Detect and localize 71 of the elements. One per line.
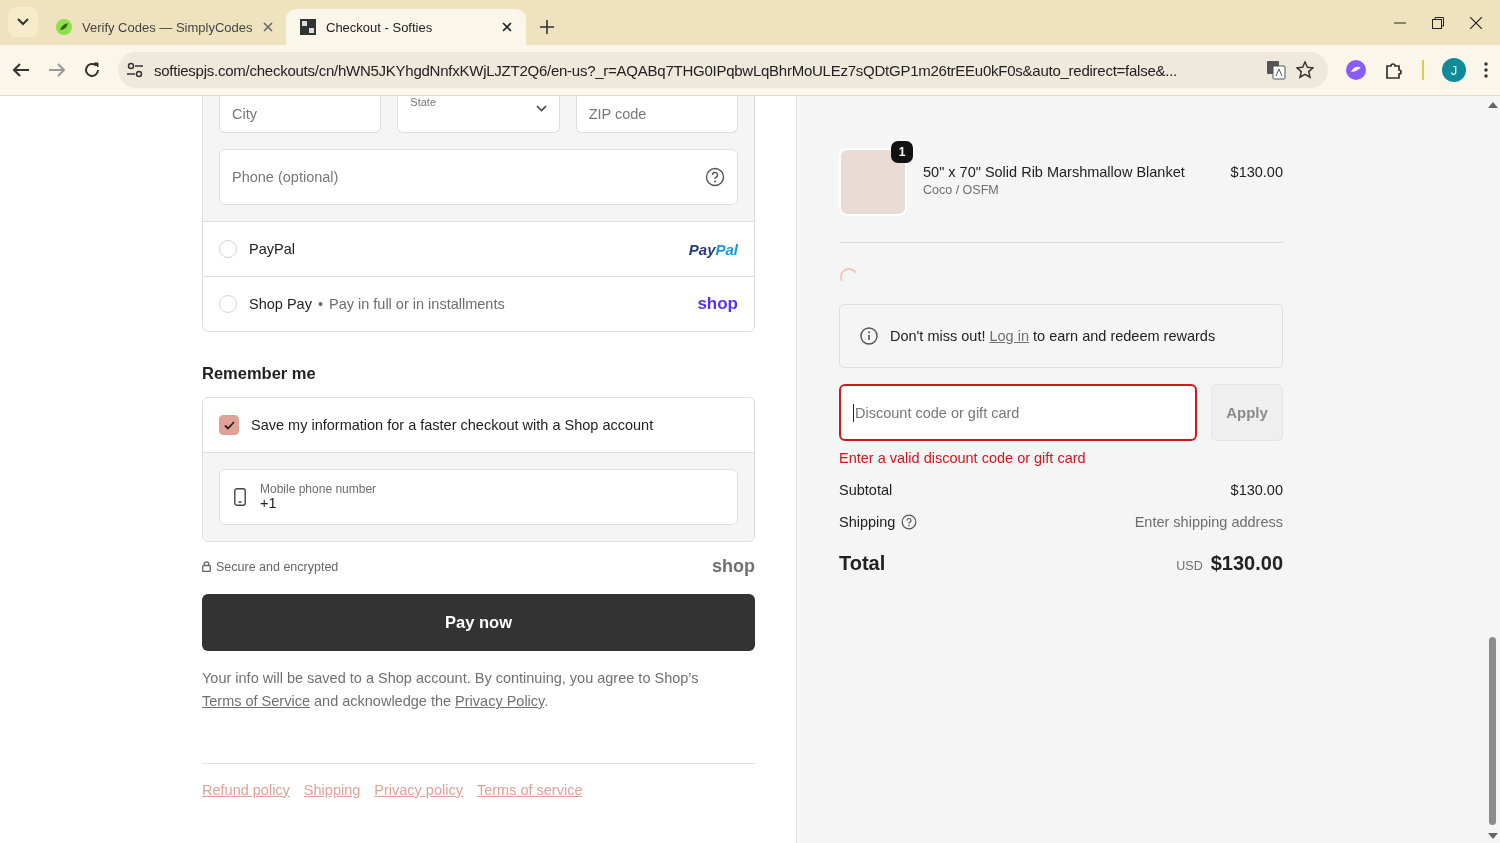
radio-button[interactable] [219,240,237,258]
bullet-separator: • [317,296,323,312]
product-variant: Coco / OSFM [923,183,1000,197]
currency-code: USD [1176,559,1203,573]
section-heading: Remember me [202,364,317,383]
state-dropdown[interactable]: State [397,96,560,133]
tab-list-button[interactable] [8,7,38,37]
forward-arrow-icon[interactable] [48,62,66,78]
payment-label: Shop Pay [249,296,312,312]
phone-icon [234,488,246,506]
browser-tab[interactable]: Verify Codes — SimplyCodes [42,9,282,45]
scroll-down-icon[interactable] [1487,833,1498,839]
terms-link[interactable]: Terms of Service [202,693,310,709]
product-photo-placeholder [839,148,907,216]
help-icon[interactable] [705,167,725,187]
new-tab-icon[interactable] [540,20,554,34]
profile-avatar[interactable]: J [1442,58,1466,82]
chevron-down-icon [17,18,29,26]
checkmark-icon [223,420,235,430]
log-in-link[interactable]: Log in [989,328,1029,344]
extension-logo-icon[interactable] [1346,60,1366,80]
scroll-up-icon[interactable] [1487,102,1498,108]
restore-icon[interactable] [1432,16,1444,29]
scrollbar-thumb[interactable] [1489,637,1496,825]
payment-label: PayPal [249,241,295,257]
shipping-value: Enter shipping address [1134,514,1283,530]
url-text: softiespjs.com/checkouts/cn/hWN5JKYhgdNnfxKWjLJZT2Q6/en-us?_r=AQABq7THG0IPqbwLqBhrMoULEz7sQDtGP1m26trEEu0kF0s&auto_redirect=false&... [154,61,1179,79]
more-menu-icon[interactable] [1484,62,1488,78]
payment-option[interactable]: Shop Pay • Pay in full or in installments shop [203,276,754,331]
browser-tab[interactable]: Checkout - Softies [286,9,526,45]
phone-field[interactable]: Phone (optional) [219,149,738,205]
puzzle-icon[interactable] [1384,60,1404,80]
pay-now-button[interactable]: Pay now [202,594,755,651]
paypal-logo: PayPal [688,240,738,258]
total-value: $130.00 [1210,552,1283,574]
total-label: Total [839,552,886,575]
info-icon [860,327,878,345]
subtotal-value: $130.00 [1230,482,1283,498]
legal-text: Your info will be saved to a Shop account. By continuing, you agree to Shop’s Terms of Service and acknowledge the Privacy Policy. [202,669,700,711]
subtotal-label: Subtotal [839,482,893,498]
close-icon[interactable] [502,22,512,32]
shipping-label: Shipping [839,514,896,530]
quantity-badge: 1 [891,141,913,163]
mobile-phone-field[interactable]: Mobile phone number +1 [219,469,738,525]
product-price: $130.00 [1230,163,1283,180]
shop-logo: shop [697,294,738,314]
checkbox[interactable] [219,415,239,435]
payment-note: Pay in full or in installments [328,296,506,312]
address-bar[interactable]: softiespjs.com/checkouts/cn/hWN5JKYhgdNnfxKWjLJZT2Q6/en-us?_r=AQABq7THG0IPqbwLqBhrMoULEz7sQDtGP1m26trEEu0kF0s&auto_redirect=false&... [118,52,1328,88]
square-logo-icon [300,19,316,35]
product-name: 50" x 70" Solid Rib Marshmallow Blanket [923,164,1186,180]
shop-logo: shop [712,556,755,577]
discount-code-field[interactable]: Discount code or gift card [839,384,1197,441]
star-icon[interactable] [1296,61,1314,79]
city-field[interactable]: City [219,96,382,133]
checkbox-label: Save my information for a faster checkout with a Shop account [251,417,654,433]
apply-button[interactable]: Apply [1211,384,1283,441]
zip-code-field[interactable]: ZIP code [575,96,738,133]
error-message: Enter a valid discount code or gift card [839,450,1087,466]
site-settings-icon[interactable] [126,62,144,78]
leaf-logo-icon [56,19,72,35]
security-note: Secure and encrypted [202,559,339,574]
lock-icon [202,561,211,572]
help-icon[interactable] [901,514,918,530]
chevron-down-icon [535,105,547,112]
back-arrow-icon[interactable] [12,62,30,78]
translate-icon[interactable] [1266,60,1286,80]
radio-button[interactable] [219,295,237,313]
reload-icon[interactable] [84,62,100,78]
rewards-message: Don't miss out! Log in to earn and redeem rewards [890,328,1216,344]
close-window-icon[interactable] [1470,16,1482,29]
